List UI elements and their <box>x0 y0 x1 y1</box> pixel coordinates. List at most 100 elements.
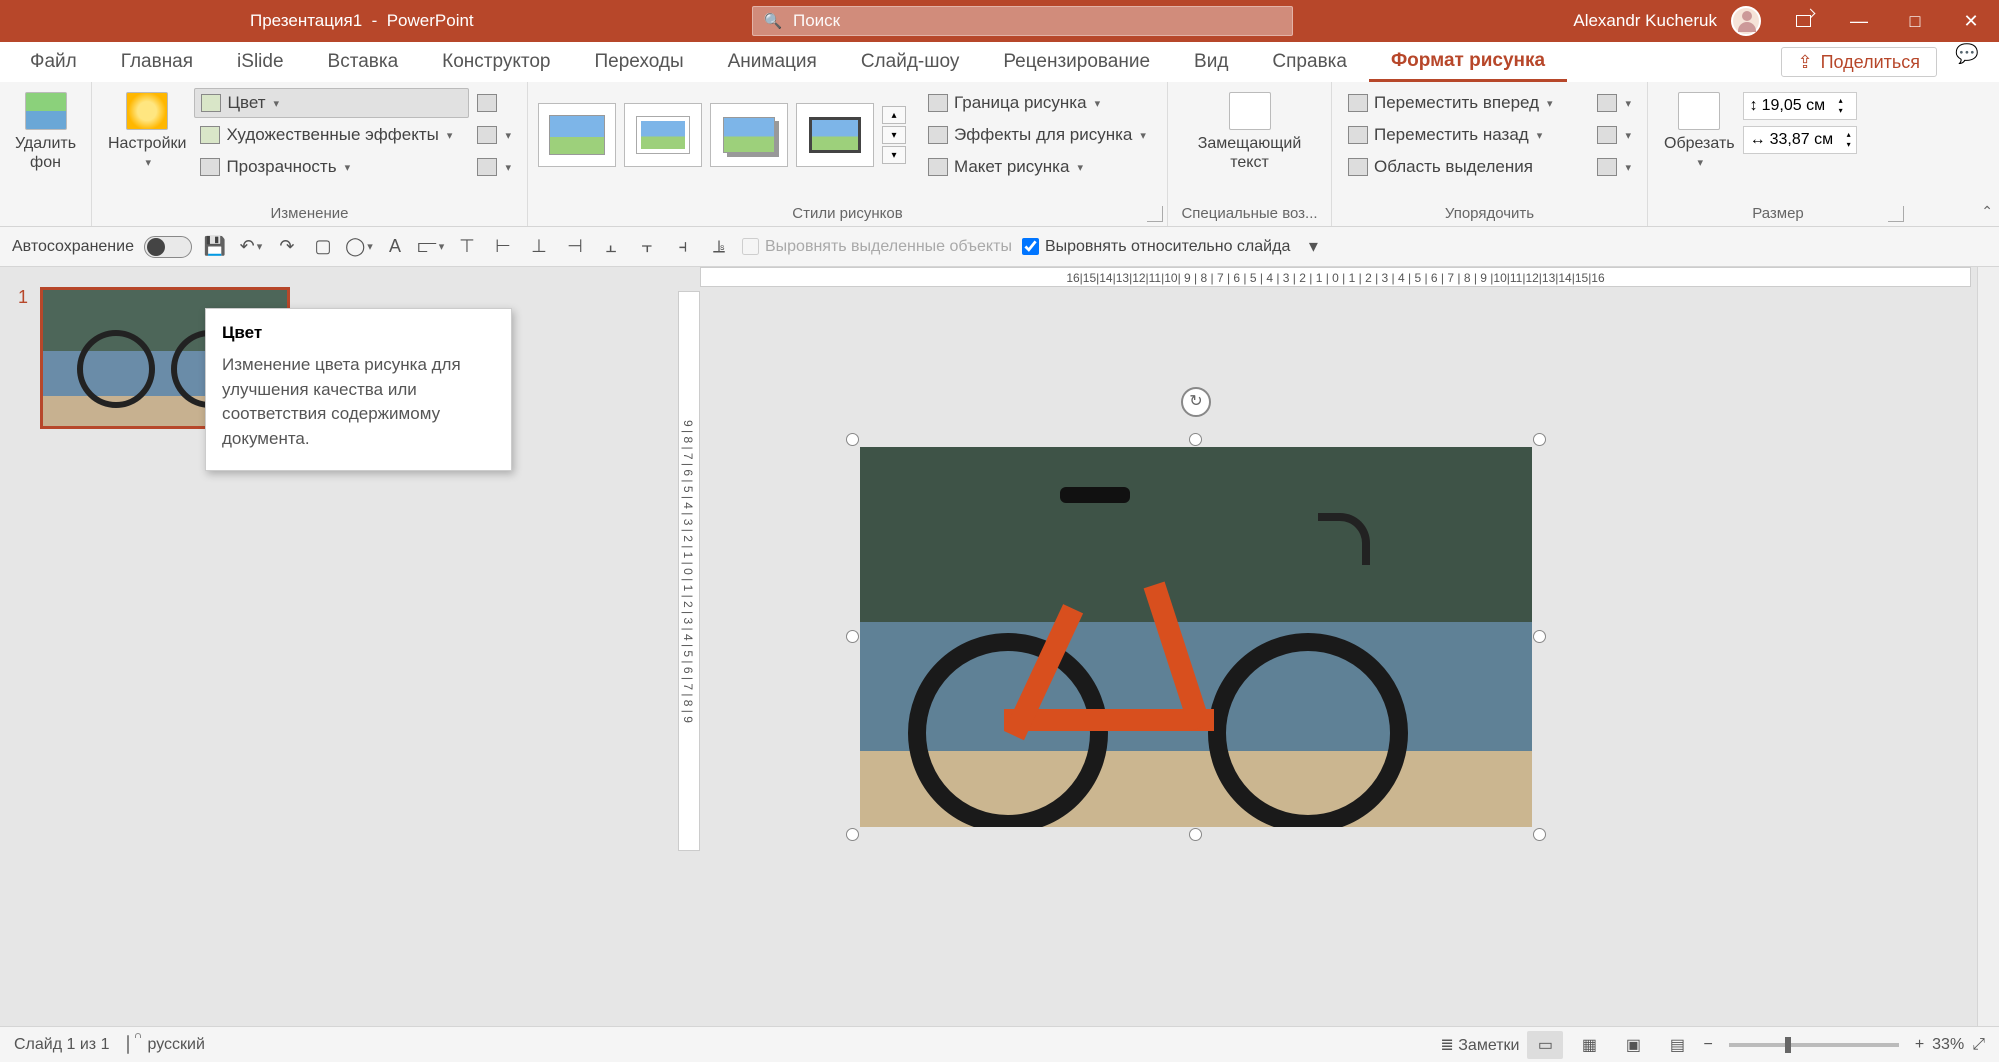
align-slide-checkbox[interactable]: Выровнять относительно слайда <box>1022 238 1290 256</box>
tab-slideshow[interactable]: Слайд-шоу <box>839 42 982 82</box>
zoom-in-button[interactable]: + <box>1915 1036 1924 1054</box>
align-center-h-button[interactable]: ⫠ <box>598 234 624 260</box>
ribbon-display-options-button[interactable] <box>1775 0 1831 42</box>
size-dialog-launcher[interactable] <box>1888 206 1904 222</box>
align-slide-input[interactable] <box>1022 238 1039 255</box>
slideshow-view-button[interactable]: ▤ <box>1659 1031 1695 1059</box>
align-bottom-button[interactable]: ⊥ <box>526 234 552 260</box>
style-thumb-1[interactable] <box>538 103 616 167</box>
height-down[interactable]: ▾ <box>1836 106 1846 116</box>
vertical-scrollbar[interactable] <box>1977 267 1999 1026</box>
change-picture-button[interactable]: ▾ <box>471 120 517 150</box>
align-top-button[interactable]: ⊤ <box>454 234 480 260</box>
align-left-button[interactable]: ⫍▾ <box>418 234 444 260</box>
tab-picture-format[interactable]: Формат рисунка <box>1369 42 1567 82</box>
slide-counter[interactable]: Слайд 1 из 1 <box>14 1036 109 1054</box>
transparency-button[interactable]: Прозрачность ▾ <box>194 152 469 182</box>
corrections-button[interactable]: Настройки ▾ <box>102 88 192 182</box>
compress-pictures-button[interactable] <box>471 88 517 118</box>
tab-help[interactable]: Справка <box>1250 42 1369 82</box>
align-button[interactable]: ▾ <box>1591 88 1637 118</box>
reset-picture-button[interactable]: ▾ <box>471 152 517 182</box>
styles-dialog-launcher[interactable] <box>1147 206 1163 222</box>
bring-forward-button[interactable]: Переместить вперед▾ <box>1342 88 1589 118</box>
spellcheck-button[interactable] <box>127 1036 129 1054</box>
tab-review[interactable]: Рецензирование <box>981 42 1172 82</box>
tab-islide[interactable]: iSlide <box>215 42 305 82</box>
search-input[interactable] <box>793 11 1292 31</box>
gallery-down-button[interactable]: ▾ <box>882 126 906 144</box>
language-indicator[interactable]: русский <box>147 1036 204 1054</box>
tab-design[interactable]: Конструктор <box>420 42 572 82</box>
artistic-effects-button[interactable]: Художественные эффекты ▾ <box>194 120 469 150</box>
width-up[interactable]: ▴ <box>1844 130 1854 140</box>
selection-pane-button[interactable]: Область выделения <box>1342 152 1589 182</box>
style-thumb-4[interactable] <box>796 103 874 167</box>
height-up[interactable]: ▴ <box>1836 96 1846 106</box>
maximize-button[interactable]: □ <box>1887 0 1943 42</box>
tab-animations[interactable]: Анимация <box>706 42 839 82</box>
crop-button[interactable]: Обрезать ▾ <box>1658 88 1741 174</box>
width-field[interactable]: ↔ 33,87 см ▴▾ <box>1743 126 1857 154</box>
handle-tl[interactable] <box>846 433 859 446</box>
shapes-button[interactable]: ◯▾ <box>346 234 372 260</box>
minimize-button[interactable]: — <box>1831 0 1887 42</box>
tab-home[interactable]: Главная <box>99 42 215 82</box>
comments-button[interactable]: 💬 <box>1943 42 1991 66</box>
save-button[interactable]: 💾 <box>202 234 228 260</box>
undo-button[interactable]: ↶▾ <box>238 234 264 260</box>
align-center-v-button[interactable]: ⫟ <box>634 234 660 260</box>
align-left-2-button[interactable]: ⊢ <box>490 234 516 260</box>
tab-file[interactable]: Файл <box>8 42 99 82</box>
vertical-ruler[interactable]: 9 | 8 | 7 | 6 | 5 | 4 | 3 | 2 | 1 | 0 | … <box>678 291 700 851</box>
handle-mr[interactable] <box>1533 630 1546 643</box>
slideshow-from-start-button[interactable]: ▢ <box>310 234 336 260</box>
distribute-h-button[interactable]: ⫞ <box>670 234 696 260</box>
sorter-view-button[interactable]: ▦ <box>1571 1031 1607 1059</box>
collapse-ribbon-button[interactable]: ⌃ <box>1981 203 1993 220</box>
handle-br[interactable] <box>1533 828 1546 841</box>
tab-insert[interactable]: Вставка <box>306 42 421 82</box>
horizontal-ruler[interactable]: 16|15|14|13|12|11|10| 9 | 8 | 7 | 6 | 5 … <box>700 267 1971 287</box>
fit-to-window-button[interactable]: ⤢ <box>1972 1036 1985 1054</box>
redo-button[interactable]: ↷ <box>274 234 300 260</box>
tab-view[interactable]: Вид <box>1172 42 1250 82</box>
picture-border-button[interactable]: Граница рисунка▾ <box>922 88 1152 118</box>
handle-bl[interactable] <box>846 828 859 841</box>
distribute-v-button[interactable]: ⫡ <box>706 234 732 260</box>
style-thumb-2[interactable] <box>624 103 702 167</box>
color-button[interactable]: Цвет ▾ <box>194 88 469 118</box>
width-down[interactable]: ▾ <box>1844 140 1854 150</box>
alt-text-button[interactable]: Замещающий текст <box>1178 88 1321 176</box>
align-right-button[interactable]: ⊣ <box>562 234 588 260</box>
notes-button[interactable]: ≣ Заметки <box>1440 1035 1519 1055</box>
handle-ml[interactable] <box>846 630 859 643</box>
gallery-up-button[interactable]: ▴ <box>882 106 906 124</box>
zoom-out-button[interactable]: − <box>1703 1036 1712 1054</box>
handle-tm[interactable] <box>1189 433 1202 446</box>
user-avatar[interactable] <box>1731 6 1761 36</box>
align-selected-input[interactable] <box>742 238 759 255</box>
rotate-button[interactable]: ▾ <box>1591 152 1637 182</box>
align-selected-checkbox[interactable]: Выровнять выделенные объекты <box>742 238 1012 256</box>
share-button[interactable]: ⇪ Поделиться <box>1781 47 1938 77</box>
handle-bm[interactable] <box>1189 828 1202 841</box>
tab-transitions[interactable]: Переходы <box>573 42 706 82</box>
qat-customize-button[interactable]: ▾ <box>1300 234 1326 260</box>
rotate-handle[interactable] <box>1181 387 1211 417</box>
style-thumb-3[interactable] <box>710 103 788 167</box>
reading-view-button[interactable]: ▣ <box>1615 1031 1651 1059</box>
send-backward-button[interactable]: Переместить назад▾ <box>1342 120 1589 150</box>
height-field[interactable]: ↕ 19,05 см ▴▾ <box>1743 92 1857 120</box>
normal-view-button[interactable]: ▭ <box>1527 1031 1563 1059</box>
selected-picture[interactable] <box>860 447 1532 827</box>
zoom-slider[interactable] <box>1729 1043 1899 1047</box>
picture-layout-button[interactable]: Макет рисунка▾ <box>922 152 1152 182</box>
handle-tr[interactable] <box>1533 433 1546 446</box>
textbox-button[interactable]: A <box>382 234 408 260</box>
zoom-level[interactable]: 33% <box>1932 1036 1964 1054</box>
user-name[interactable]: Alexandr Kucheruk <box>1573 11 1717 31</box>
autosave-toggle[interactable] <box>144 236 192 258</box>
group-button[interactable]: ▾ <box>1591 120 1637 150</box>
search-box[interactable]: 🔍 <box>752 6 1293 36</box>
